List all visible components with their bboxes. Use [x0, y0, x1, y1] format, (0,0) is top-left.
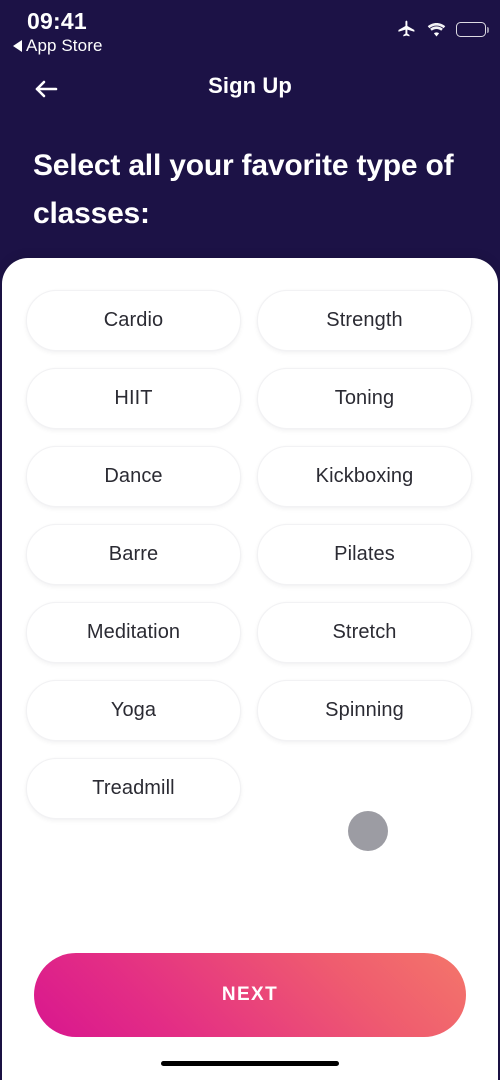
status-bar: 09:41 App Store	[0, 0, 500, 62]
page-title: Sign Up	[208, 73, 292, 98]
chip-pilates[interactable]: Pilates	[257, 524, 472, 585]
chip-toning[interactable]: Toning	[257, 368, 472, 429]
chip-yoga[interactable]: Yoga	[26, 680, 241, 741]
status-time: 09:41	[27, 8, 87, 34]
status-bar-back-to-app-store[interactable]: App Store	[13, 36, 103, 56]
nav-bar: Sign Up	[0, 68, 500, 112]
chip-spinning[interactable]: Spinning	[257, 680, 472, 741]
cursor-indicator	[348, 811, 388, 851]
chip-strength[interactable]: Strength	[257, 290, 472, 351]
app-screen: 09:41 App Store Sign Up Select all your …	[0, 0, 500, 1080]
airplane-mode-icon	[396, 19, 417, 40]
class-type-chip-grid: Cardio Strength HIIT Toning Dance Kickbo…	[26, 290, 472, 819]
chip-dance[interactable]: Dance	[26, 446, 241, 507]
chip-barre[interactable]: Barre	[26, 524, 241, 585]
battery-icon	[456, 22, 490, 37]
status-bar-icons	[396, 19, 490, 40]
chip-treadmill[interactable]: Treadmill	[26, 758, 241, 819]
wifi-icon	[426, 22, 447, 38]
next-button-label: NEXT	[221, 984, 279, 1005]
chip-meditation[interactable]: Meditation	[26, 602, 241, 663]
next-button[interactable]: NEXT	[34, 953, 466, 1037]
chip-kickboxing[interactable]: Kickboxing	[257, 446, 472, 507]
chip-cardio[interactable]: Cardio	[26, 290, 241, 351]
headline: Select all your favorite type of classes…	[33, 149, 454, 230]
triangle-left-icon	[13, 40, 22, 52]
home-indicator[interactable]	[161, 1061, 339, 1066]
chip-hiit[interactable]: HIIT	[26, 368, 241, 429]
status-back-label: App Store	[26, 36, 103, 55]
chip-stretch[interactable]: Stretch	[257, 602, 472, 663]
